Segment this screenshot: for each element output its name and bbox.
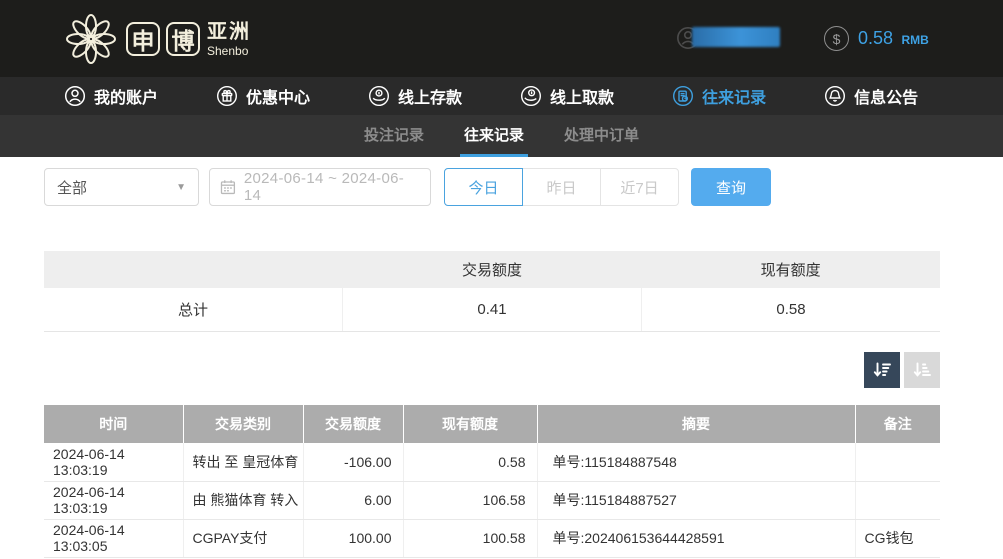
record-tabs: 投注记录 往来记录 处理中订单 (0, 115, 1003, 157)
cell-balance: 106.58 (403, 481, 537, 519)
balance-amount: 0.58 (858, 28, 893, 48)
cell-amount: -106.00 (303, 443, 403, 481)
search-button[interactable]: 查询 (691, 168, 771, 206)
account-balance[interactable]: 0.58 RMB (858, 28, 929, 49)
summary-header-trade: 交易额度 (343, 251, 642, 288)
table-row: 2024-06-14 13:03:05 CGPAY支付 100.00 100.5… (44, 519, 940, 557)
cell-summary: 单号:115184887548 (537, 443, 855, 481)
transaction-table: 时间 交易类别 交易额度 现有额度 摘要 备注 2024-06-14 13:03… (44, 405, 940, 558)
nav-item-my-account[interactable]: 我的账户 (64, 84, 158, 108)
brand-logo[interactable]: 申 博 亚洲 Shenbo (64, 12, 251, 66)
cell-time: 2024-06-14 13:03:05 (44, 519, 183, 557)
category-select[interactable]: 全部 ▼ (44, 168, 199, 206)
summary-header-balance: 现有额度 (641, 251, 940, 288)
cell-summary: 单号:202406153644428591 (537, 519, 855, 557)
nav-item-announcements[interactable]: 信息公告 (824, 84, 918, 108)
cell-type: 转出 至 皇冠体育 (183, 443, 303, 481)
nav-item-withdraw[interactable]: 线上取款 (520, 84, 614, 108)
sort-descending-icon (872, 360, 892, 380)
cell-time: 2024-06-14 13:03:19 (44, 443, 183, 481)
sort-controls (44, 352, 940, 388)
sort-descending-button[interactable] (864, 352, 900, 388)
cell-type: 由 熊猫体育 转入 (183, 481, 303, 519)
nav-item-promotions[interactable]: 优惠中心 (216, 84, 310, 108)
tab-transaction-records[interactable]: 往来记录 (460, 115, 528, 157)
user-icon (64, 85, 86, 107)
nav-item-deposit[interactable]: 线上存款 (368, 84, 462, 108)
cell-balance: 0.58 (403, 443, 537, 481)
logo-characters: 申 博 (126, 22, 200, 56)
cell-amount: 100.00 (303, 519, 403, 557)
today-button[interactable]: 今日 (444, 168, 523, 206)
bell-icon (824, 85, 846, 107)
chevron-down-icon: ▼ (176, 182, 186, 193)
tab-pending-orders[interactable]: 处理中订单 (560, 115, 643, 157)
tab-betting-records[interactable]: 投注记录 (360, 115, 428, 157)
summary-table: 交易额度 现有额度 总计 0.41 0.58 (44, 251, 940, 332)
sort-ascending-button[interactable] (904, 352, 940, 388)
summary-total-row: 总计 0.41 0.58 (44, 288, 940, 332)
cell-amount: 6.00 (303, 481, 403, 519)
summary-header-empty (44, 251, 343, 288)
filter-toolbar: 全部 ▼ 2024-06-14 ~ 2024-06-14 今日 昨日 近7日 查… (44, 168, 1003, 206)
col-header-type: 交易类别 (183, 405, 303, 443)
date-range-input[interactable]: 2024-06-14 ~ 2024-06-14 (209, 168, 431, 206)
top-header: 申 博 亚洲 Shenbo $ 0.58 RMB (0, 0, 1003, 77)
table-row: 2024-06-14 13:03:19 转出 至 皇冠体育 -106.00 0.… (44, 443, 940, 481)
cell-balance: 100.58 (403, 519, 537, 557)
balance-currency: RMB (902, 33, 929, 47)
yesterday-button[interactable]: 昨日 (522, 168, 601, 206)
logo-region-text: 亚洲 (207, 22, 251, 42)
cell-summary: 单号:115184887527 (537, 481, 855, 519)
date-range-value: 2024-06-14 ~ 2024-06-14 (244, 170, 420, 204)
records-icon (672, 85, 694, 107)
last-7-days-button[interactable]: 近7日 (600, 168, 679, 206)
username-redacted (692, 27, 780, 47)
logo-subtitle: Shenbo (207, 45, 251, 57)
cell-note (855, 481, 940, 519)
summary-header-row: 交易额度 现有额度 (44, 251, 940, 288)
cell-type: CGPAY支付 (183, 519, 303, 557)
category-select-value: 全部 (57, 177, 87, 198)
currency-dollar-icon: $ (824, 26, 849, 51)
col-header-time: 时间 (44, 405, 183, 443)
logo-char-1: 申 (126, 22, 160, 56)
table-header-row: 时间 交易类别 交易额度 现有额度 摘要 备注 (44, 405, 940, 443)
col-header-balance: 现有额度 (403, 405, 537, 443)
quick-date-segment: 今日 昨日 近7日 (444, 168, 679, 206)
summary-trade-value: 0.41 (342, 288, 641, 331)
cell-time: 2024-06-14 13:03:19 (44, 481, 183, 519)
flower-logo-icon (64, 12, 118, 66)
summary-balance-value: 0.58 (641, 288, 940, 331)
deposit-icon (368, 85, 390, 107)
table-row: 2024-06-14 13:03:19 由 熊猫体育 转入 6.00 106.5… (44, 481, 940, 519)
logo-char-2: 博 (166, 22, 200, 56)
cell-note (855, 443, 940, 481)
withdraw-icon (520, 85, 542, 107)
col-header-note: 备注 (855, 405, 940, 443)
calendar-icon (220, 179, 236, 195)
cell-note: CG钱包 (855, 519, 940, 557)
summary-total-label: 总计 (44, 288, 342, 331)
main-navigation: 我的账户 优惠中心 线上存款 线上取款 (0, 77, 1003, 115)
sort-ascending-icon (912, 360, 932, 380)
gift-icon (216, 85, 238, 107)
nav-item-transactions[interactable]: 往来记录 (672, 84, 766, 108)
col-header-amount: 交易额度 (303, 405, 403, 443)
col-header-summary: 摘要 (537, 405, 855, 443)
